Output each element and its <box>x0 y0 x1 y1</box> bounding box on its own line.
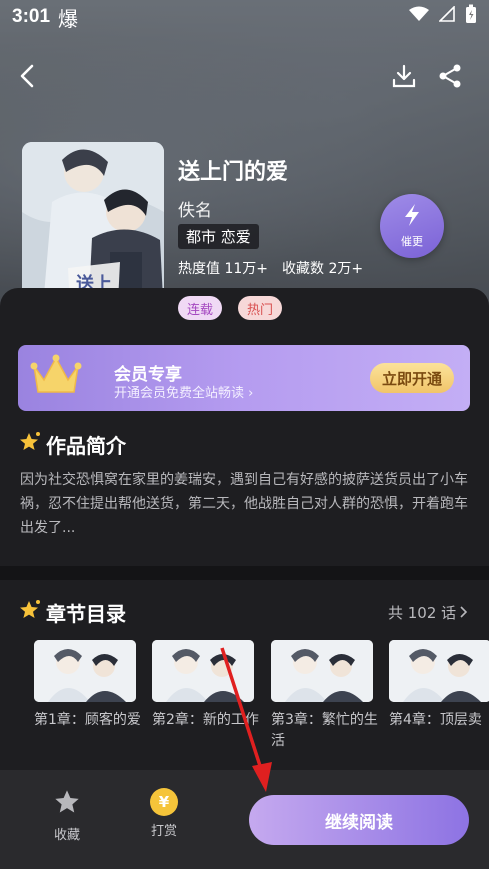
book-author: 佚名 <box>178 201 212 221</box>
vip-subtitle: 开通会员免费全站畅读 › <box>114 386 254 401</box>
section-divider <box>0 566 489 580</box>
signal-icon <box>438 5 455 28</box>
intro-heading: 作品简介 <box>18 430 126 459</box>
chapter-title: 第3章：繁忙的生活 <box>271 712 378 749</box>
wifi-icon <box>409 6 429 28</box>
download-icon[interactable] <box>386 58 422 94</box>
tag-hot[interactable]: 热门 <box>238 296 283 320</box>
crown-icon <box>30 352 82 404</box>
favorite-button[interactable]: 收藏 <box>52 788 82 843</box>
intro-text: 因为社交恐惧窝在家里的姜瑞安，遇到自己有好感的披萨送货员出了小车祸，忍不住提出帮… <box>20 472 468 536</box>
lightning-icon <box>402 203 422 231</box>
tag-serializing[interactable]: 连载 <box>178 296 223 320</box>
heat-stat: 热度值 11万+ <box>178 261 268 277</box>
status-time: 3:01 <box>12 6 51 27</box>
chapter-card[interactable]: 第4章：顶层卖 <box>389 640 489 731</box>
chapter-thumbnail <box>152 640 254 702</box>
chevron-right-icon <box>460 604 468 622</box>
chapter-heading: 章节目录 <box>18 598 126 627</box>
back-arrow-icon[interactable] <box>10 58 46 94</box>
tip-button[interactable]: ¥ 打赏 <box>150 788 178 839</box>
favorite-label: 收藏 <box>53 828 80 843</box>
chapter-count-link[interactable]: 共 102 话 <box>388 602 468 623</box>
tip-label: 打赏 <box>150 824 177 839</box>
urge-update-button[interactable]: 催更 <box>380 194 444 258</box>
chapter-heading-text: 章节目录 <box>46 602 126 626</box>
favorites-stat: 收藏数 2万+ <box>282 261 364 277</box>
book-title: 送上门的爱 <box>178 160 289 185</box>
chapter-title: 第2章：新的工作 <box>152 712 259 728</box>
status-bar: 3:01 爆 <box>0 0 489 34</box>
chapter-card[interactable]: 第3章：繁忙的生活 <box>271 640 378 752</box>
chapter-thumbnail <box>389 640 489 702</box>
chapter-title: 第4章：顶层卖 <box>389 712 482 728</box>
chapter-card[interactable]: 第1章：顾客的爱 <box>34 640 141 731</box>
top-nav <box>0 56 489 100</box>
share-icon[interactable] <box>432 58 468 94</box>
genre-tag: 都市 恋爱 <box>178 224 259 249</box>
battery-icon <box>465 4 477 30</box>
book-stats: 热度值 11万+ 收藏数 2万+ <box>178 258 363 278</box>
continue-reading-button[interactable]: 继续阅读 <box>249 795 469 845</box>
vip-open-button[interactable]: 立即开通 <box>370 363 454 393</box>
chapter-thumbnail <box>271 640 373 702</box>
chapter-thumbnail <box>34 640 136 702</box>
status-app-glyph: 爆 <box>58 8 79 31</box>
urge-label: 催更 <box>401 235 423 248</box>
coin-icon: ¥ <box>150 788 178 816</box>
star-outline-icon <box>52 788 82 820</box>
chapter-title: 第1章：顾客的爱 <box>34 712 141 728</box>
chapter-card[interactable]: 第2章：新的工作 <box>152 640 259 731</box>
star-icon <box>18 430 42 459</box>
chapter-count: 共 102 话 <box>388 604 457 622</box>
star-icon <box>18 598 42 627</box>
intro-heading-text: 作品简介 <box>46 434 126 458</box>
